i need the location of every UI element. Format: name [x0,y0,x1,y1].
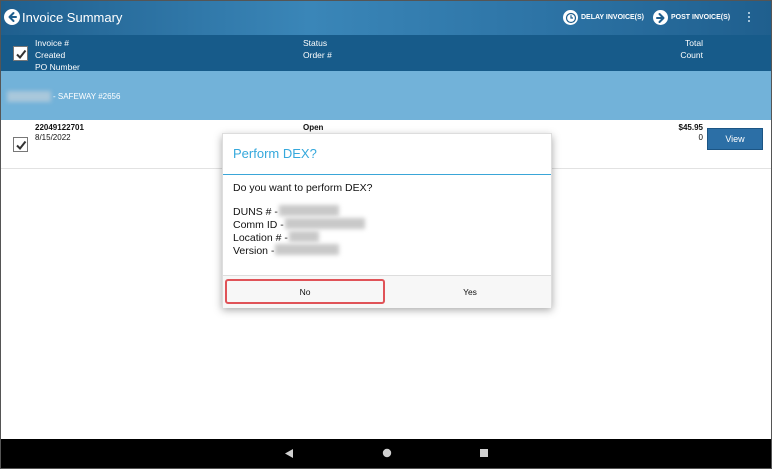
invoice-status: Open [303,123,324,132]
dialog-footer: No Yes [223,275,551,308]
location-label: Location # - [233,232,288,244]
dialog-question: Do you want to perform DEX? [233,182,373,194]
invoice-totals: $45.95 0 [679,123,703,143]
app-window: Invoice Summary DELAY INVOICE(S) POST IN… [0,0,772,469]
redacted-duns [279,205,339,216]
no-button[interactable]: No [225,279,385,304]
header-status: Status [303,38,328,48]
perform-dex-dialog: Perform DEX? Do you want to perform DEX?… [222,133,552,308]
duns-label: DUNS # - [233,206,278,218]
invoice-number: 22049122701 [35,123,84,132]
header-order-number: Order # [303,50,332,60]
system-nav-bar [1,439,771,468]
redacted-version [275,244,339,255]
store-group-label: - SAFEWAY #2656 [53,92,121,101]
delay-invoices-label: DELAY INVOICE(S) [581,14,645,21]
header-total: Total [685,38,703,48]
clock-icon [563,10,578,25]
app-bar: Invoice Summary DELAY INVOICE(S) POST IN… [1,1,771,35]
version-label: Version - [233,245,275,257]
header-count: Count [680,50,703,60]
invoice-total: $45.95 [678,123,703,132]
redacted-store-name [7,91,51,102]
overflow-menu-icon[interactable] [748,12,750,22]
delay-invoices-button[interactable]: DELAY INVOICE(S) [563,10,644,25]
redacted-comm-id [285,218,365,229]
version-line: Version - [233,245,274,257]
checkmark-icon [15,49,26,59]
home-circle-icon[interactable] [382,448,392,458]
arrow-left-icon [8,12,17,22]
view-button[interactable]: View [707,128,763,150]
location-line: Location # - [233,232,288,244]
comm-id-line: Comm ID - [233,219,284,231]
post-invoices-label: POST INVOICE(S) [671,14,731,21]
yes-button[interactable]: Yes [391,279,549,304]
invoice-info: 22049122701 8/15/2022 [35,123,84,143]
post-invoices-button[interactable]: POST INVOICE(S) [653,10,730,25]
select-all-checkbox[interactable] [13,46,28,61]
checkmark-icon [15,140,26,150]
header-invoice-number: Invoice # [35,38,70,48]
arrow-right-icon [653,10,668,25]
header-invoice-column: Invoice # Created PO Number [35,37,80,73]
dialog-title: Perform DEX? [233,146,317,161]
back-triangle-icon[interactable] [284,448,294,459]
redacted-location [289,231,319,242]
header-created: Created [35,50,66,60]
invoice-count: 0 [698,133,703,142]
dialog-divider [223,174,551,175]
header-status-column: Status Order # [303,37,332,61]
header-total-column: Total Count [680,37,703,61]
duns-line: DUNS # - [233,206,278,218]
recents-square-icon[interactable] [479,448,489,458]
column-header: Invoice # Created PO Number Status Order… [1,35,771,73]
back-button[interactable] [4,9,20,25]
invoice-checkbox[interactable] [13,137,28,152]
invoice-created: 8/15/2022 [35,133,71,142]
page-title: Invoice Summary [22,10,123,25]
comm-id-label: Comm ID - [233,219,284,231]
